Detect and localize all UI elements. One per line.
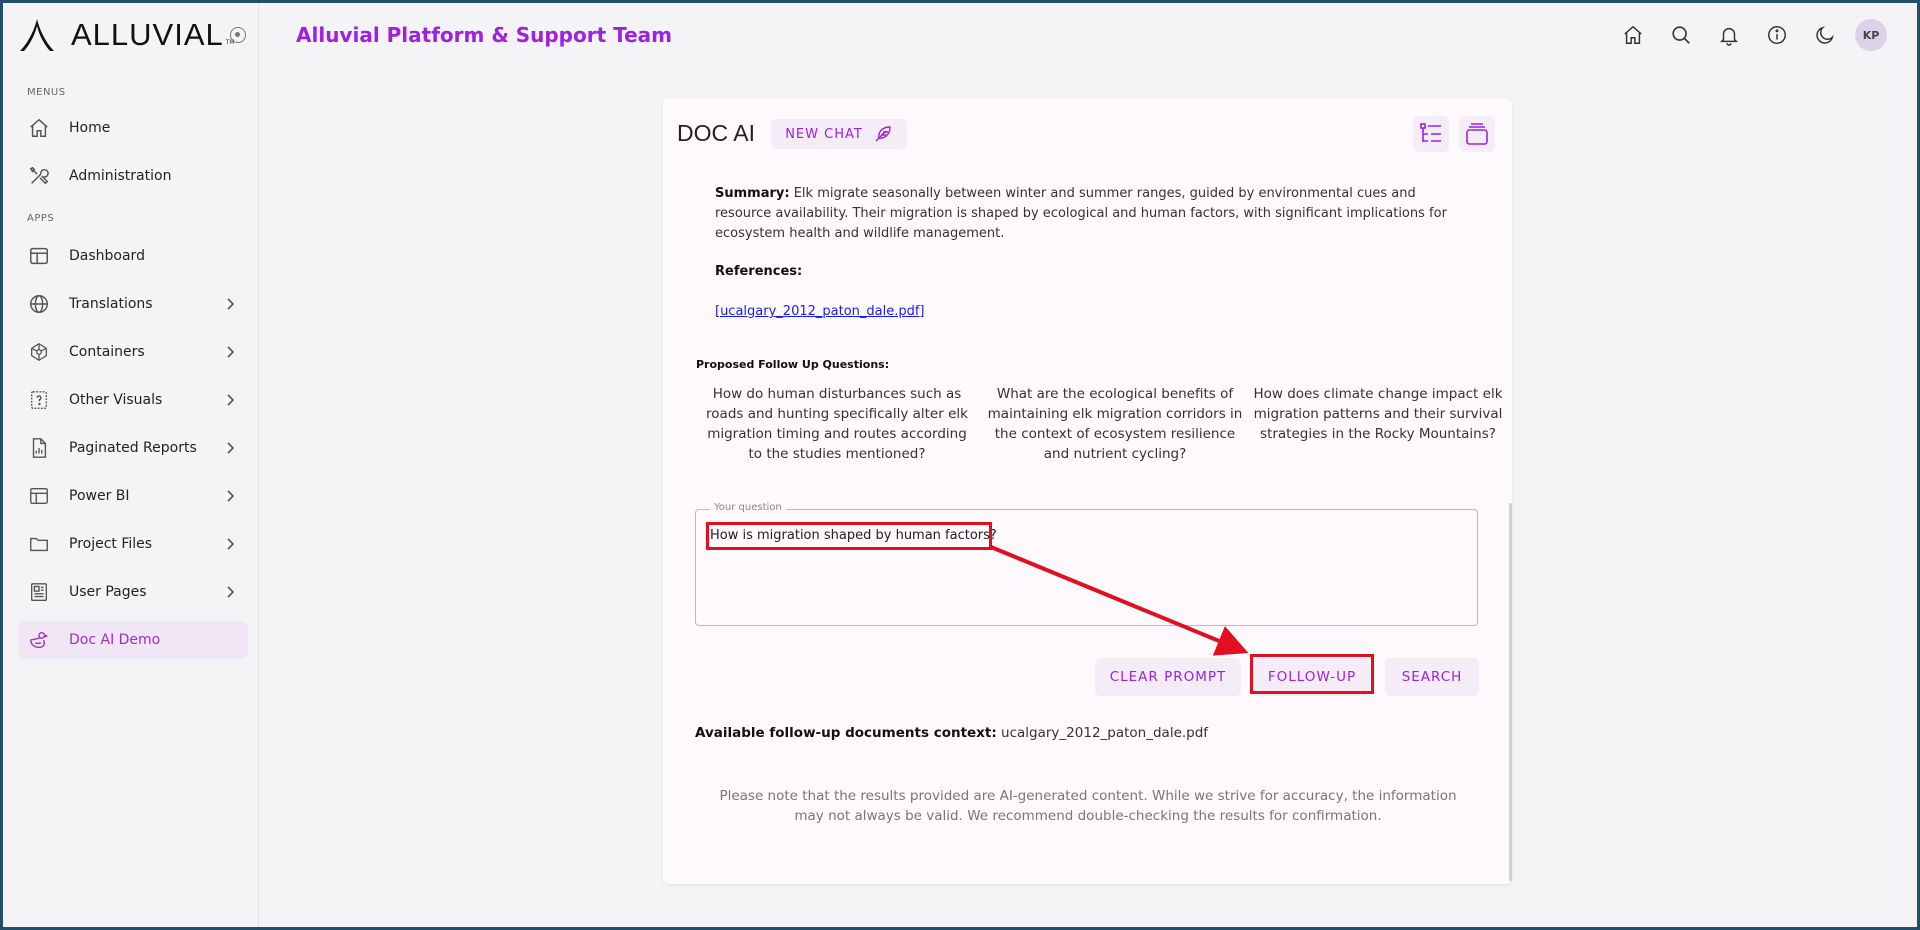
followup-question-1[interactable]: How do human disturbances such as roads … bbox=[703, 384, 971, 464]
sidebar-item-user-pages[interactable]: User Pages bbox=[18, 573, 248, 611]
sidebar-item-label: User Pages bbox=[69, 584, 147, 600]
sidebar-item-administration[interactable]: Administration bbox=[18, 157, 248, 195]
question-highlight-box bbox=[706, 522, 992, 550]
summary-label: Summary: bbox=[715, 186, 790, 201]
pages-icon bbox=[27, 580, 51, 604]
menus-section-label: MENUS bbox=[27, 87, 66, 98]
chevron-right-icon bbox=[227, 346, 235, 358]
sidebar-item-label: Home bbox=[69, 120, 111, 136]
globe-icon bbox=[27, 292, 51, 316]
doc-ai-title: DOC AI bbox=[677, 120, 755, 146]
sidebar-item-translations[interactable]: Translations bbox=[18, 285, 248, 323]
sidebar-item-dashboard[interactable]: Dashboard bbox=[18, 237, 248, 275]
available-context: Available follow-up documents context: u… bbox=[695, 725, 1208, 741]
sidebar-item-doc-ai-demo[interactable]: Doc AI Demo bbox=[18, 621, 248, 659]
sidebar-item-label: Other Visuals bbox=[69, 392, 163, 408]
sidebar-item-label: Dashboard bbox=[69, 248, 145, 264]
chevron-right-icon bbox=[227, 298, 235, 310]
tools-icon bbox=[27, 164, 51, 188]
moon-icon[interactable] bbox=[1813, 23, 1837, 47]
sidebar-item-label: Doc AI Demo bbox=[69, 632, 161, 648]
new-chat-button[interactable]: NEW CHAT bbox=[771, 119, 907, 149]
tree-list-icon bbox=[1420, 123, 1441, 142]
followup-question-3[interactable]: How does climate change impact elk migra… bbox=[1253, 384, 1503, 444]
logo: ALLUVIAL TM bbox=[19, 17, 235, 53]
network-icon bbox=[27, 340, 51, 364]
ai-disclaimer: Please note that the results provided ar… bbox=[719, 788, 1457, 824]
info-icon[interactable] bbox=[1765, 23, 1789, 47]
home-icon bbox=[27, 116, 51, 140]
sidebar-item-power-bi[interactable]: Power BI bbox=[18, 477, 248, 515]
header-toolbar: KP bbox=[1597, 19, 1887, 51]
stack-icon bbox=[1466, 123, 1488, 145]
folder-icon bbox=[27, 532, 51, 556]
sidebar-item-containers[interactable]: Containers bbox=[18, 333, 248, 371]
follow-up-highlight-box bbox=[1250, 654, 1374, 694]
alluvial-logo-icon bbox=[20, 19, 54, 51]
chevron-right-icon bbox=[227, 442, 235, 454]
followups-label: Proposed Follow Up Questions: bbox=[696, 358, 890, 371]
sidebar-item-home[interactable]: Home bbox=[18, 109, 248, 147]
chevron-right-icon bbox=[227, 586, 235, 598]
sidebar-item-label: Translations bbox=[69, 296, 153, 312]
chevron-right-icon bbox=[227, 538, 235, 550]
reference-link[interactable]: [ucalgary_2012_paton_dale.pdf] bbox=[715, 304, 925, 319]
available-context-label: Available follow-up documents context: bbox=[695, 725, 997, 741]
bell-icon[interactable] bbox=[1717, 23, 1741, 47]
card-scrollbar[interactable] bbox=[1509, 503, 1512, 881]
sidebar-pin-toggle[interactable] bbox=[230, 27, 246, 43]
apps-section-label: APPS bbox=[27, 213, 55, 224]
search-button[interactable]: SEARCH bbox=[1385, 658, 1479, 696]
avatar[interactable]: KP bbox=[1855, 19, 1887, 51]
home-icon[interactable] bbox=[1621, 23, 1645, 47]
layout-icon bbox=[27, 484, 51, 508]
sidebar-item-other-visuals[interactable]: Other Visuals bbox=[18, 381, 248, 419]
sidebar-item-paginated-reports[interactable]: Paginated Reports bbox=[18, 429, 248, 467]
summary-body: Elk migrate seasonally between winter an… bbox=[715, 186, 1447, 241]
question-box-icon bbox=[27, 388, 51, 412]
available-context-value: ucalgary_2012_paton_dale.pdf bbox=[996, 725, 1209, 741]
sidebar-item-label: Paginated Reports bbox=[69, 440, 197, 456]
clear-prompt-button[interactable]: CLEAR PROMPT bbox=[1095, 658, 1241, 696]
page-title: Alluvial Platform & Support Team bbox=[296, 23, 673, 47]
sidebar-item-label: Project Files bbox=[69, 536, 153, 552]
sidebar-item-label: Power BI bbox=[69, 488, 130, 504]
brand-name: ALLUVIAL bbox=[71, 17, 224, 52]
new-chat-label: NEW CHAT bbox=[785, 126, 863, 142]
sidebar: ALLUVIAL TM MENUS Home Administration AP… bbox=[3, 3, 259, 927]
dashboard-icon bbox=[27, 244, 51, 268]
summary-text: Summary: Elk migrate seasonally between … bbox=[715, 184, 1455, 244]
followup-question-2[interactable]: What are the ecological benefits of main… bbox=[981, 384, 1249, 464]
history-tree-button[interactable] bbox=[1413, 116, 1449, 152]
sidebar-item-project-files[interactable]: Project Files bbox=[18, 525, 248, 563]
sidebar-item-label: Containers bbox=[69, 344, 145, 360]
references-label: References: bbox=[715, 264, 803, 279]
feather-icon bbox=[875, 126, 891, 142]
chevron-right-icon bbox=[227, 490, 235, 502]
sidebar-item-label: Administration bbox=[69, 168, 172, 184]
doc-ai-card: DOC AI NEW CHAT Summary: Elk migrate sea… bbox=[663, 98, 1512, 884]
search-icon[interactable] bbox=[1669, 23, 1693, 47]
chevron-right-icon bbox=[227, 394, 235, 406]
report-icon bbox=[27, 436, 51, 460]
duck-icon bbox=[27, 628, 51, 652]
question-legend: Your question bbox=[710, 502, 786, 513]
documents-stack-button[interactable] bbox=[1459, 116, 1495, 152]
app-window: ALLUVIAL TM MENUS Home Administration AP… bbox=[3, 3, 1917, 927]
